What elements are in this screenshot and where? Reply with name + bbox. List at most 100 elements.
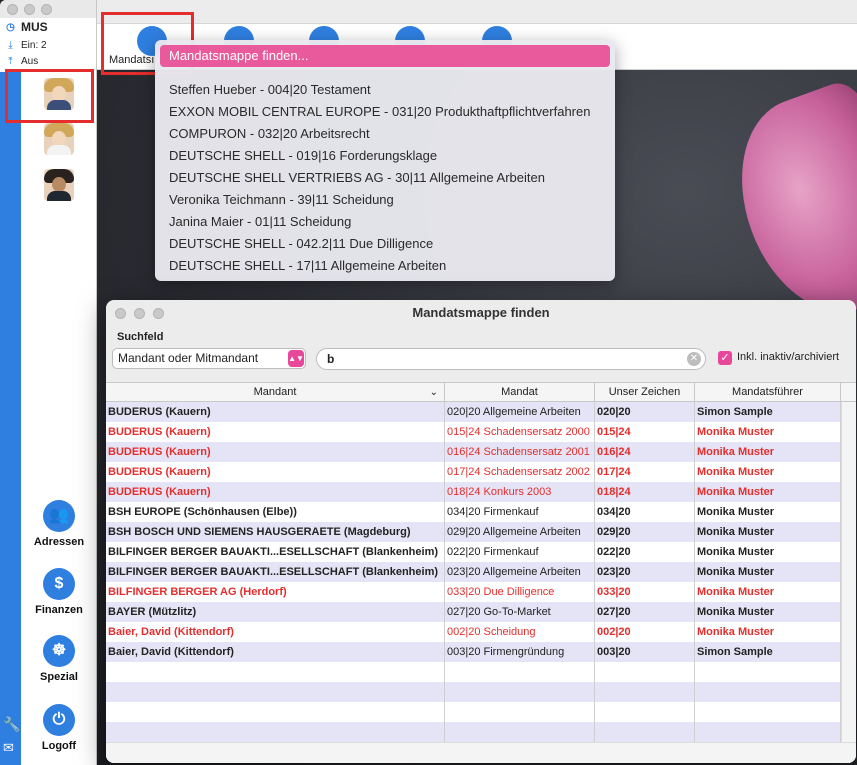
cell-mandant: BAYER (Mützlitz) xyxy=(106,602,445,622)
wrench-icon[interactable]: 🔧 xyxy=(3,716,20,733)
search-field-label: Suchfeld xyxy=(117,331,164,343)
horizontal-scrollbar[interactable] xyxy=(106,742,856,763)
search-field-select[interactable]: Mandant oder Mitmandant ▲▼ xyxy=(112,348,306,369)
avatar[interactable] xyxy=(44,123,74,155)
cell-zeichen: 003|20 xyxy=(595,642,695,662)
cell-mandat: 034|20 Firmenkauf xyxy=(445,502,595,522)
column-header-mandat[interactable]: Mandat xyxy=(445,383,595,402)
menu-item[interactable]: Janina Maier - 01|11 Scheidung xyxy=(169,214,351,229)
sidebar-window: ◷ MUS ⤓ Ein: 2 ⤒ Aus 👥 Adressen $ Finanz… xyxy=(0,0,97,765)
menu-item[interactable]: EXXON MOBIL CENTRAL EUROPE - 031|20 Prod… xyxy=(169,104,590,119)
menu-item[interactable]: Steffen Hueber - 004|20 Testament xyxy=(169,82,371,97)
cell-mandat xyxy=(445,682,595,702)
cell-fuehrer: Monika Muster xyxy=(695,582,841,602)
avatar[interactable] xyxy=(44,169,74,201)
table-row[interactable]: BAYER (Mützlitz) 027|20 Go-To-Market 027|2… xyxy=(106,602,841,622)
table-row[interactable]: Baier, David (Kittendorf) 003|20 Firmengr… xyxy=(106,642,841,662)
cell-mandat: 020|20 Allgemeine Arbeiten xyxy=(445,402,595,422)
table-row[interactable]: BUDERUS (Kauern) 020|20 Allgemeine Arbeit… xyxy=(106,402,841,422)
cell-mandat xyxy=(445,702,595,722)
cell-mandant: BILFINGER BERGER AG (Herdorf) xyxy=(106,582,445,602)
table-row[interactable]: BILFINGER BERGER BAUAKTI...ESELLSCHAFT (… xyxy=(106,542,841,562)
menu-item[interactable]: Veronika Teichmann - 39|11 Scheidung xyxy=(169,192,394,207)
nav-finanzen-button[interactable]: $ Finanzen xyxy=(21,568,96,616)
chevron-updown-icon[interactable]: ▲▼ xyxy=(288,350,304,367)
cell-zeichen xyxy=(595,722,695,742)
cell-zeichen: 027|20 xyxy=(595,602,695,622)
nav-adressen-label: Adressen xyxy=(33,536,85,548)
cell-zeichen xyxy=(595,702,695,722)
table-row[interactable] xyxy=(106,682,841,702)
cell-fuehrer: Monika Muster xyxy=(695,562,841,582)
include-inactive-checkbox[interactable]: ✓ xyxy=(718,351,732,365)
vertical-scrollbar[interactable] xyxy=(841,402,856,742)
column-header-zeichen[interactable]: Unser Zeichen xyxy=(595,383,695,402)
cell-fuehrer: Monika Muster xyxy=(695,442,841,462)
cell-mandat xyxy=(445,662,595,682)
ship-wheel-icon: ☸ xyxy=(43,635,75,667)
cell-mandat: 027|20 Go-To-Market xyxy=(445,602,595,622)
table-row[interactable]: BUDERUS (Kauern) 016|24 Schadensersatz 20… xyxy=(106,442,841,462)
mandate-dropdown-menu: Mandatsmappe finden... Steffen Hueber - … xyxy=(155,40,615,281)
cell-fuehrer: Monika Muster xyxy=(695,522,841,542)
cell-fuehrer xyxy=(695,682,841,702)
table-row[interactable]: BSH EUROPE (Schönhausen (Elbe)) 034|20 Fi… xyxy=(106,502,841,522)
cell-mandant xyxy=(106,702,445,722)
cell-fuehrer: Simon Sample xyxy=(695,642,841,662)
cell-zeichen: 016|24 xyxy=(595,442,695,462)
cell-mandant: BSH BOSCH UND SIEMENS HAUSGERAETE (Magde… xyxy=(106,522,445,542)
table-row[interactable]: BUDERUS (Kauern) 018|24 Konkurs 2003 018|2… xyxy=(106,482,841,502)
table-row[interactable] xyxy=(106,722,841,742)
results-table: Mandant ⌄ Mandat Unser Zeichen Mandatsfü… xyxy=(106,382,856,763)
coins-icon: $ xyxy=(43,568,75,600)
cell-mandat: 002|20 Scheidung xyxy=(445,622,595,642)
menu-item[interactable]: COMPURON - 032|20 Arbeitsrecht xyxy=(169,126,370,141)
table-row[interactable]: BSH BOSCH UND SIEMENS HAUSGERAETE (Magde… xyxy=(106,522,841,542)
outbox-row[interactable]: ⤒ Aus xyxy=(0,53,96,69)
minimize-light[interactable] xyxy=(24,3,35,15)
clock-icon: ◷ xyxy=(6,21,15,33)
table-row[interactable]: BUDERUS (Kauern) 015|24 Schadensersatz 20… xyxy=(106,422,841,442)
cell-mandant: Baier, David (Kittendorf) xyxy=(106,622,445,642)
user-row[interactable]: ◷ MUS xyxy=(0,19,96,35)
cell-zeichen: 018|24 xyxy=(595,482,695,502)
zoom-light[interactable] xyxy=(41,3,52,15)
column-header-fuehrer[interactable]: Mandatsführer xyxy=(695,383,841,402)
table-row[interactable] xyxy=(106,662,841,682)
table-row[interactable]: BILFINGER BERGER AG (Herdorf) 033|20 Due … xyxy=(106,582,841,602)
nav-adressen-button[interactable]: 👥 Adressen xyxy=(21,500,96,548)
menu-item[interactable]: DEUTSCHE SHELL - 17|11 Allgemeine Arbeit… xyxy=(169,258,446,273)
cell-mandant: BUDERUS (Kauern) xyxy=(106,442,445,462)
menu-item[interactable]: DEUTSCHE SHELL - 042.2|11 Due Dilligence xyxy=(169,236,433,251)
find-mandate-dialog: Mandatsmappe finden Suchfeld Mandant ode… xyxy=(106,300,856,763)
cell-zeichen: 022|20 xyxy=(595,542,695,562)
sidebar-titlebar xyxy=(0,0,96,18)
menu-item[interactable]: DEUTSCHE SHELL - 019|16 Forderungsklage xyxy=(169,148,437,163)
clear-icon[interactable]: ✕ xyxy=(687,352,701,366)
cell-zeichen xyxy=(595,682,695,702)
menu-item-find-mandate[interactable]: Mandatsmappe finden... xyxy=(160,45,610,67)
cell-mandant: BSH EUROPE (Schönhausen (Elbe)) xyxy=(106,502,445,522)
inbox-icon: ⤓ xyxy=(8,39,13,51)
nav-spezial-button[interactable]: ☸ Spezial xyxy=(21,635,96,683)
cell-mandat: 023|20 Allgemeine Arbeiten xyxy=(445,562,595,582)
table-row[interactable]: BILFINGER BERGER BAUAKTI...ESELLSCHAFT (… xyxy=(106,562,841,582)
nav-logoff-button[interactable]: ⏻ Logoff xyxy=(21,704,96,752)
close-light[interactable] xyxy=(7,3,18,15)
cell-zeichen: 015|24 xyxy=(595,422,695,442)
table-row[interactable] xyxy=(106,702,841,722)
inbox-row[interactable]: ⤓ Ein: 2 xyxy=(0,37,96,53)
avatar-highlight-box xyxy=(5,69,94,123)
table-row[interactable]: BUDERUS (Kauern) 017|24 Schadensersatz 20… xyxy=(106,462,841,482)
cell-mandant: BUDERUS (Kauern) xyxy=(106,462,445,482)
cell-fuehrer: Monika Muster xyxy=(695,622,841,642)
search-input[interactable]: b ✕ xyxy=(316,348,706,370)
cell-fuehrer: Simon Sample xyxy=(695,402,841,422)
menu-item[interactable]: DEUTSCHE SHELL VERTRIEBS AG - 30|11 Allg… xyxy=(169,170,545,185)
cell-fuehrer: Monika Muster xyxy=(695,502,841,522)
cell-mandant: BUDERUS (Kauern) xyxy=(106,402,445,422)
cell-mandat: 022|20 Firmenkauf xyxy=(445,542,595,562)
table-row[interactable]: Baier, David (Kittendorf) 002|20 Scheidun… xyxy=(106,622,841,642)
column-header-mandant[interactable]: Mandant ⌄ xyxy=(106,383,445,402)
mail-icon[interactable]: ✉ xyxy=(3,740,14,756)
